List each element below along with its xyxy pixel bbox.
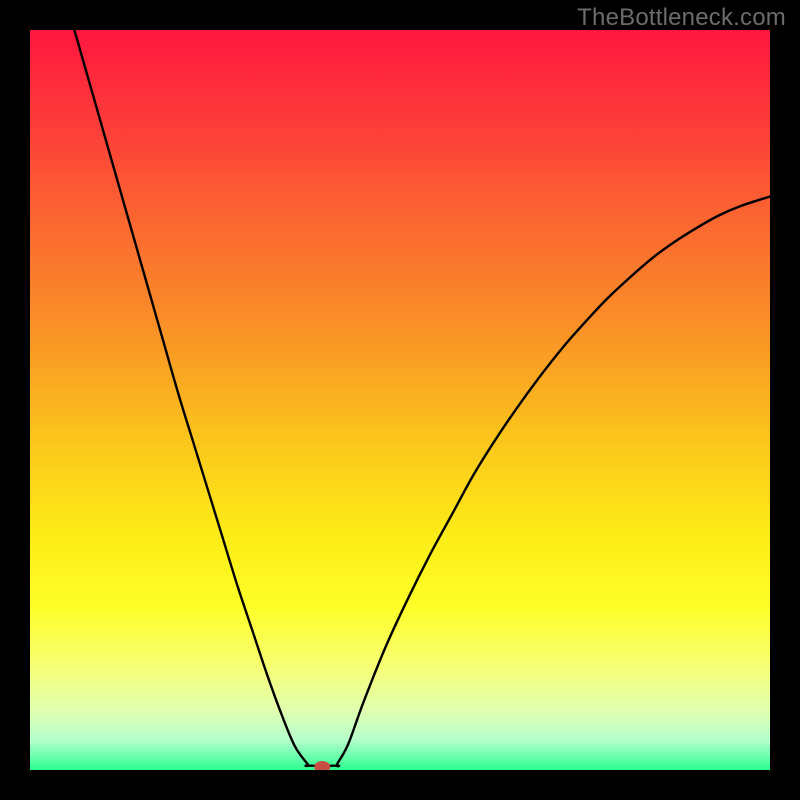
plot-area <box>30 30 770 770</box>
chart-svg <box>30 30 770 770</box>
gradient-background <box>30 30 770 770</box>
chart-frame: TheBottleneck.com <box>0 0 800 800</box>
watermark-text: TheBottleneck.com <box>577 4 786 32</box>
